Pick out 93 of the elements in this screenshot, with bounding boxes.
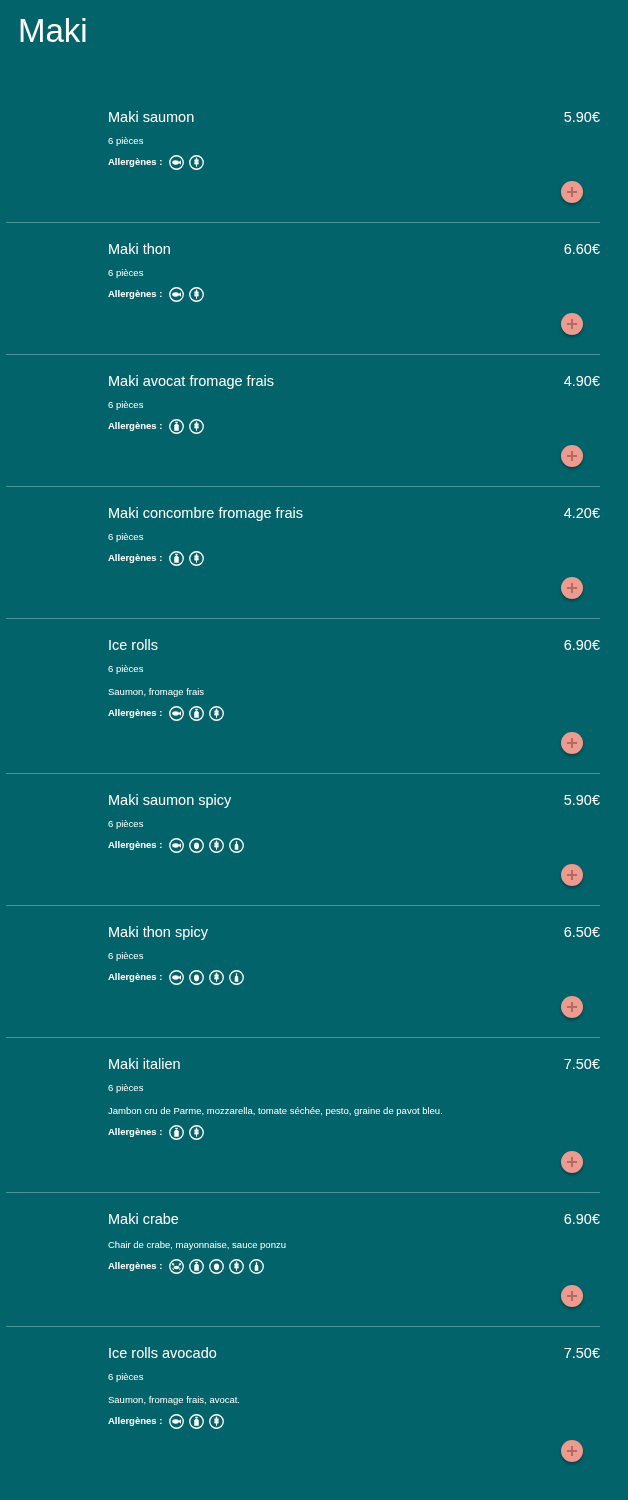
allergens-label: Allergènes :	[108, 970, 163, 984]
dish-name: Ice rolls avocado	[108, 1344, 217, 1363]
dish-price: 5.90€	[563, 108, 600, 127]
allergens-label: Allergènes :	[108, 155, 163, 169]
add-button[interactable]	[561, 1285, 583, 1307]
plus-icon	[567, 319, 577, 329]
plus-icon	[567, 738, 577, 748]
add-button[interactable]	[561, 445, 583, 467]
wheat-icon	[189, 550, 205, 566]
dish-price: 6.90€	[563, 1210, 600, 1229]
wheat-icon	[189, 286, 205, 302]
fish-icon	[169, 837, 185, 853]
dish-price: 7.50€	[563, 1344, 600, 1363]
dish-description: Jambon cru de Parme, mozzarella, tomate séchée, pesto, graine de pavot bleu.	[108, 1104, 443, 1118]
pieces-count: 6 pièces	[108, 266, 144, 280]
pieces-count: 6 pièces	[108, 662, 144, 676]
allergens-label: Allergènes :	[108, 1125, 163, 1139]
wheat-icon	[229, 1258, 245, 1274]
milk-bottle-icon	[169, 550, 185, 566]
bottle-icon	[229, 837, 245, 853]
wheat-icon	[209, 1413, 225, 1429]
wheat-icon	[209, 837, 225, 853]
add-button[interactable]	[561, 181, 583, 203]
egg-icon	[189, 969, 205, 985]
dish-description: Chair de crabe, mayonnaise, sauce ponzu	[108, 1238, 286, 1252]
dish-description: Saumon, fromage frais	[108, 685, 205, 699]
pieces-count: 6 pièces	[108, 134, 144, 148]
wheat-icon	[209, 969, 225, 985]
add-button[interactable]	[561, 313, 583, 335]
plus-icon	[567, 870, 577, 880]
dish-price: 6.50€	[563, 923, 600, 942]
milk-bottle-icon	[189, 1258, 205, 1274]
dish-name: Maki saumon	[108, 108, 195, 127]
add-button[interactable]	[561, 1440, 583, 1462]
add-button[interactable]	[561, 1151, 583, 1173]
wheat-icon	[189, 1124, 205, 1140]
allergens-label: Allergènes :	[108, 838, 163, 852]
dish-name: Maki concombre fromage frais	[108, 504, 303, 523]
bottle-icon	[229, 969, 245, 985]
allergens-label: Allergènes :	[108, 287, 163, 301]
plus-icon	[567, 583, 577, 593]
dish-description: Saumon, fromage frais, avocat.	[108, 1393, 240, 1407]
dish-price: 5.90€	[563, 791, 600, 810]
plus-icon	[567, 1446, 577, 1456]
dish-price: 4.90€	[563, 372, 600, 391]
allergens-label: Allergènes :	[108, 419, 163, 433]
dish-name: Maki crabe	[108, 1210, 179, 1229]
dish-name: Maki italien	[108, 1055, 181, 1074]
egg-icon	[209, 1258, 225, 1274]
allergens-label: Allergènes :	[108, 551, 163, 565]
allergens-label: Allergènes :	[108, 706, 163, 720]
plus-icon	[567, 187, 577, 197]
bottle-icon	[249, 1258, 265, 1274]
fish-icon	[169, 705, 185, 721]
dish-name: Maki thon	[108, 240, 171, 259]
dish-price: 7.50€	[563, 1055, 600, 1074]
fish-icon	[169, 154, 185, 170]
dish-name: Ice rolls	[108, 636, 158, 655]
plus-icon	[567, 451, 577, 461]
milk-bottle-icon	[169, 1124, 185, 1140]
dish-name: Maki thon spicy	[108, 923, 208, 942]
fish-icon	[169, 969, 185, 985]
pieces-count: 6 pièces	[108, 398, 144, 412]
pieces-count: 6 pièces	[108, 949, 144, 963]
allergens-label: Allergènes :	[108, 1259, 163, 1273]
add-button[interactable]	[561, 864, 583, 886]
milk-bottle-icon	[189, 1413, 205, 1429]
pieces-count: 6 pièces	[108, 1370, 144, 1384]
egg-icon	[189, 837, 205, 853]
add-button[interactable]	[561, 577, 583, 599]
plus-icon	[567, 1291, 577, 1301]
wheat-icon	[209, 705, 225, 721]
plus-icon	[567, 1157, 577, 1167]
add-button[interactable]	[561, 732, 583, 754]
dish-price: 6.60€	[563, 240, 600, 259]
dish-name: Maki avocat fromage frais	[108, 372, 274, 391]
dish-price: 4.20€	[563, 504, 600, 523]
allergens-label: Allergènes :	[108, 1414, 163, 1428]
milk-bottle-icon	[189, 705, 205, 721]
crab-icon	[169, 1258, 185, 1274]
add-button[interactable]	[561, 996, 583, 1018]
milk-bottle-icon	[169, 418, 185, 434]
section-title: Maki	[17, 11, 89, 50]
plus-icon	[567, 1002, 577, 1012]
wheat-icon	[189, 418, 205, 434]
pieces-count: 6 pièces	[108, 530, 144, 544]
wheat-icon	[189, 154, 205, 170]
dish-name: Maki saumon spicy	[108, 791, 232, 810]
fish-icon	[169, 1413, 185, 1429]
dish-price: 6.90€	[563, 636, 600, 655]
fish-icon	[169, 286, 185, 302]
pieces-count: 6 pièces	[108, 817, 144, 831]
pieces-count: 6 pièces	[108, 1081, 144, 1095]
